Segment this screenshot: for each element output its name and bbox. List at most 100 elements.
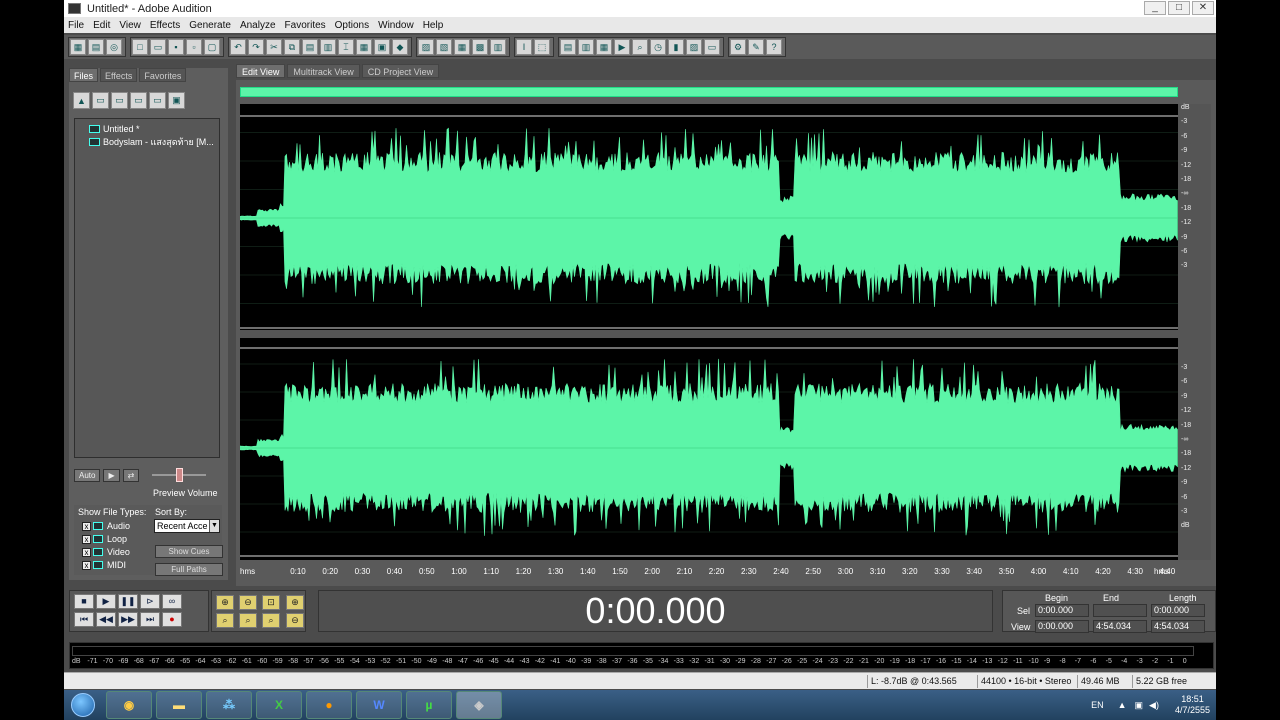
play-window-icon[interactable]: ▶	[614, 39, 630, 55]
pan-icon[interactable]: ▩	[472, 39, 488, 55]
tab-edit-view[interactable]: Edit View	[236, 64, 286, 78]
mix-paste-icon[interactable]: ▥	[320, 39, 336, 55]
menu-options[interactable]: Options	[335, 20, 369, 31]
save-icon[interactable]: ▪	[168, 39, 184, 55]
save-as-icon[interactable]: ▫	[186, 39, 202, 55]
play-preview-icon[interactable]: ▶	[103, 468, 120, 482]
volume-tray-icon[interactable]: ◀)	[1149, 700, 1159, 711]
view-length-field[interactable]: 4:54.034	[1151, 620, 1205, 633]
multitrack-view-icon[interactable]: ▤	[88, 39, 104, 55]
word-icon[interactable]: W	[356, 691, 402, 719]
markers-icon[interactable]: ▥	[578, 39, 594, 55]
network-tray-icon[interactable]: ▣	[1135, 700, 1144, 711]
menu-analyze[interactable]: Analyze	[240, 20, 276, 31]
stop-button[interactable]: ■	[74, 594, 94, 609]
zoom-to-left-icon[interactable]: ⌕	[216, 613, 234, 628]
paste-icon[interactable]: ▤	[302, 39, 318, 55]
open-file-icon[interactable]: ▭	[150, 39, 166, 55]
help-icon[interactable]: ?	[766, 39, 782, 55]
organizer-icon[interactable]: ▤	[560, 39, 576, 55]
selection-window-icon[interactable]: ▭	[704, 39, 720, 55]
slider-thumb[interactable]	[176, 468, 184, 482]
tab-favorites[interactable]: Favorites	[139, 68, 187, 82]
filter-midi[interactable]: x MIDI	[82, 560, 126, 570]
menu-view[interactable]: View	[119, 20, 141, 31]
sort-by-select[interactable]: Recent Acce ▼	[154, 519, 220, 533]
show-cues-button[interactable]: Show Cues	[155, 545, 223, 558]
play-button[interactable]: ▶	[96, 594, 116, 609]
start-button[interactable]	[64, 690, 102, 720]
copy-icon[interactable]: ⧉	[284, 39, 300, 55]
redo-icon[interactable]: ↷	[248, 39, 264, 55]
zoom-out-vertical-icon[interactable]: ⊖	[286, 613, 304, 628]
menu-help[interactable]: Help	[423, 20, 444, 31]
marquee-tool-icon[interactable]: ⬚	[534, 39, 550, 55]
menu-edit[interactable]: Edit	[93, 20, 110, 31]
edit-file-icon[interactable]: ▭	[111, 92, 128, 109]
folder-icon[interactable]: ▬	[156, 691, 202, 719]
filter-loop[interactable]: x Loop	[82, 534, 127, 544]
cd-view-icon[interactable]: ◎	[106, 39, 122, 55]
clock[interactable]: 18:51 4/7/2555	[1175, 694, 1210, 716]
sel-begin-field[interactable]: 0:00.000	[1035, 604, 1089, 617]
zoom-full-icon[interactable]: ⊡	[262, 595, 280, 610]
time-select-tool-icon[interactable]: I	[516, 39, 532, 55]
new-file-icon[interactable]: □	[132, 39, 148, 55]
audition-icon[interactable]: ◈	[456, 691, 502, 719]
tray-chevron-icon[interactable]: ▲	[1118, 700, 1127, 710]
time-window-icon[interactable]: ◷	[650, 39, 666, 55]
checkbox[interactable]: x	[82, 547, 91, 557]
view-end-field[interactable]: 4:54.034	[1093, 620, 1147, 633]
close-file-icon[interactable]: ▢	[204, 39, 220, 55]
silence-icon[interactable]: ▦	[356, 39, 372, 55]
zoom-window-icon[interactable]: ⌕	[632, 39, 648, 55]
close-button[interactable]: ✕	[1192, 1, 1214, 15]
insert-cd-icon[interactable]: ▭	[149, 92, 166, 109]
fast-forward-button[interactable]: ▶▶	[118, 612, 138, 627]
checkbox[interactable]: x	[82, 534, 91, 544]
language-indicator[interactable]: EN	[1091, 700, 1104, 710]
record-button[interactable]: ●	[162, 612, 182, 627]
frequency-icon[interactable]: ▧	[436, 39, 452, 55]
network-icon[interactable]: ⁂	[206, 691, 252, 719]
tab-cd-project-view[interactable]: CD Project View	[361, 64, 440, 78]
insert-multitrack-icon[interactable]: ▭	[130, 92, 147, 109]
zoom-in-vertical-icon[interactable]: ⊕	[286, 595, 304, 610]
envelope-icon[interactable]: ◆	[392, 39, 408, 55]
spectral-icon[interactable]: ▨	[418, 39, 434, 55]
chevron-down-icon[interactable]: ▼	[209, 520, 219, 532]
menu-window[interactable]: Window	[378, 20, 414, 31]
tab-files[interactable]: Files	[69, 68, 99, 82]
sel-length-field[interactable]: 0:00.000	[1151, 604, 1205, 617]
import-file-icon[interactable]: ▲	[73, 92, 90, 109]
filter-audio[interactable]: x Audio	[82, 521, 130, 531]
batch-icon[interactable]: ▨	[686, 39, 702, 55]
info-icon[interactable]: ▦	[596, 39, 612, 55]
list-item[interactable]: Bodyslam - แสงสุดท้าย [M...	[75, 135, 219, 148]
tab-multitrack-view[interactable]: Multitrack View	[287, 64, 360, 78]
undo-icon[interactable]: ↶	[230, 39, 246, 55]
options-file-icon[interactable]: ▣	[168, 92, 185, 109]
checkbox[interactable]: x	[82, 560, 91, 570]
overview-bar[interactable]	[240, 87, 1178, 97]
tab-effects[interactable]: Effects	[100, 68, 138, 82]
loop-preview-icon[interactable]: ⇄	[122, 468, 140, 482]
trim-icon[interactable]: ⌶	[338, 39, 354, 55]
phase-icon[interactable]: ▥	[490, 39, 506, 55]
pause-button[interactable]: ❚❚	[118, 594, 138, 609]
orange-ball-icon[interactable]: ●	[306, 691, 352, 719]
play-to-end-button[interactable]: ⊳	[140, 594, 160, 609]
menu-effects[interactable]: Effects	[150, 20, 180, 31]
sel-end-field[interactable]	[1093, 604, 1147, 617]
menu-file[interactable]: File	[68, 20, 84, 31]
zoom-to-right-icon[interactable]: ⌕	[239, 613, 257, 628]
filter-video[interactable]: x Video	[82, 547, 130, 557]
view-begin-field[interactable]: 0:00.000	[1035, 620, 1089, 633]
preview-volume-slider[interactable]	[152, 468, 207, 482]
zoom-out-horizontal-icon[interactable]: ⊖	[239, 595, 257, 610]
cut-icon[interactable]: ✂	[266, 39, 282, 55]
checkbox[interactable]: x	[82, 521, 91, 531]
rewind-button[interactable]: ◀◀	[96, 612, 116, 627]
normalize-icon[interactable]: ▣	[374, 39, 390, 55]
close-file-icon[interactable]: ▭	[92, 92, 109, 109]
